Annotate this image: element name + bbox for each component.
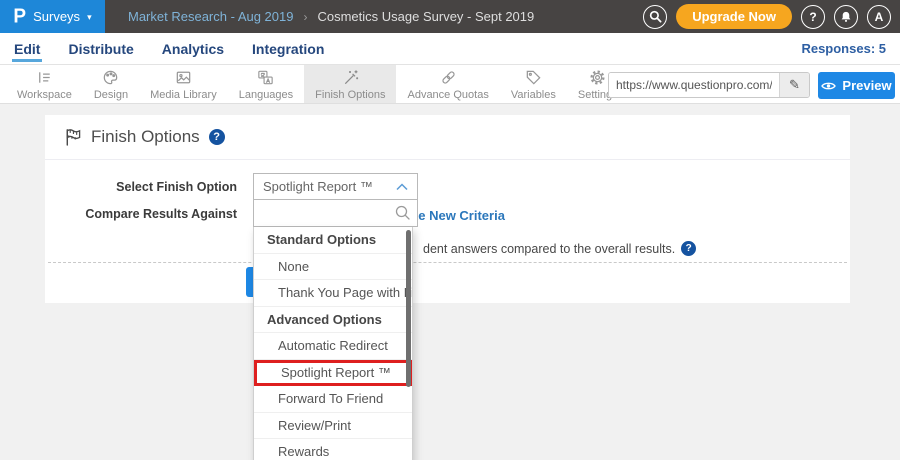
dropdown-search-box [253,200,418,227]
survey-url-box: ✎ [608,72,810,98]
languages-icon [256,68,275,87]
card-header: Finish Options ? [45,115,850,160]
breadcrumb-separator-icon: › [303,10,307,24]
help-button[interactable]: ? [801,5,825,29]
toolbar-item-advance-quotas[interactable]: Advance Quotas [396,65,499,103]
upgrade-now-button[interactable]: Upgrade Now [676,4,792,29]
tab-edit[interactable]: Edit [12,35,42,62]
edit-url-button[interactable]: ✎ [779,73,809,97]
surveys-menu-label: Surveys [33,9,80,24]
finish-option-dropdown: Spotlight Report ™ Standard Options None… [253,173,418,460]
tab-integration[interactable]: Integration [250,35,326,62]
breadcrumb: Market Research - Aug 2019 › Cosmetics U… [128,0,534,33]
toolbar-item-variables[interactable]: Variables [500,65,567,103]
toolbar-item-media-library[interactable]: Media Library [139,65,228,103]
page-help-icon[interactable]: ? [209,129,225,145]
breadcrumb-folder[interactable]: Market Research - Aug 2019 [128,9,293,24]
page-title: Finish Options [91,127,200,147]
finish-option-select[interactable]: Spotlight Report ™ [253,173,418,200]
spotlight-help-icon[interactable]: ? [681,241,696,256]
finish-options-wand-icon [341,68,360,87]
toolbar-item-finish-options[interactable]: Finish Options [304,65,396,103]
option-spotlight-report[interactable]: Spotlight Report ™ [254,360,412,387]
search-button[interactable] [643,5,667,29]
design-palette-icon [101,68,120,87]
toolbar-item-design[interactable]: Design [83,65,139,103]
advance-quotas-chain-icon [439,68,458,87]
survey-url-input[interactable] [609,73,779,97]
surveys-menu[interactable]: P Surveys ▾ [0,0,105,33]
dropdown-scrollbar-thumb[interactable] [406,230,411,387]
caret-down-icon: ▾ [87,12,92,23]
main-nav: Edit Distribute Analytics Integration Re… [0,33,900,65]
pencil-icon: ✎ [789,77,800,93]
responses-count[interactable]: Responses: 5 [801,41,886,56]
dropdown-option-list: Standard Options None Thank You Page wit… [253,227,413,460]
top-header: P Surveys ▾ Market Research - Aug 2019 ›… [0,0,900,33]
section-divider [48,262,847,263]
settings-gear-icon [588,68,607,87]
dropdown-search-input[interactable] [254,200,417,226]
option-forward-to-friend[interactable]: Forward To Friend [254,386,412,413]
tab-distribute[interactable]: Distribute [66,35,135,62]
option-rewards[interactable]: Rewards [254,439,412,460]
compare-results-label: Compare Results Against [45,207,237,221]
option-automatic-redirect[interactable]: Automatic Redirect [254,333,412,360]
notifications-button[interactable] [834,5,858,29]
selected-option-text: Spotlight Report ™ [263,179,373,194]
bell-icon [839,10,853,24]
questionpro-app: P Surveys ▾ Market Research - Aug 2019 ›… [0,0,900,460]
questionpro-logo: P [13,5,26,28]
search-icon [649,10,662,23]
account-avatar[interactable]: A [867,5,891,29]
option-group-header: Standard Options [254,227,412,254]
option-thank-you-page[interactable]: Thank You Page with Link [254,280,412,307]
toolbar-item-languages[interactable]: Languages [228,65,304,103]
spotlight-help-text: dent answers compared to the overall res… [423,241,696,256]
option-group-header: Advanced Options [254,307,412,334]
toolbar-item-workspace[interactable]: Workspace [6,65,83,103]
breadcrumb-survey[interactable]: Cosmetics Usage Survey - Sept 2019 [317,9,534,24]
preview-button[interactable]: Preview [818,72,895,99]
header-actions: Upgrade Now ? A [643,0,891,33]
finish-flag-icon [63,128,82,146]
media-library-icon [174,68,193,87]
search-icon [395,205,411,226]
workspace-list-icon [35,68,54,87]
variables-tag-icon [524,68,543,87]
tab-analytics[interactable]: Analytics [160,35,226,62]
chevron-up-icon [396,179,408,194]
option-none[interactable]: None [254,254,412,281]
select-finish-option-label: Select Finish Option [45,180,237,194]
option-review-print[interactable]: Review/Print [254,413,412,440]
eye-icon [821,81,836,91]
